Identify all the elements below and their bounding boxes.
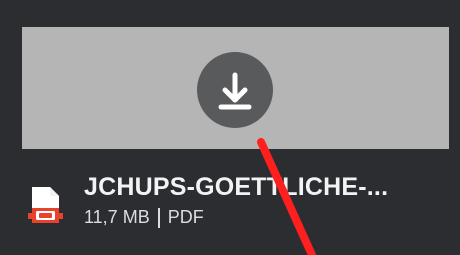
file-type: PDF (167, 207, 204, 227)
file-size: 11,7 MB (84, 207, 150, 227)
download-icon (218, 72, 252, 110)
meta-divider (157, 207, 160, 228)
download-button[interactable] (197, 52, 273, 128)
attachment-card: JCHUPS-GOETTLICHE-... 11,7 MB PDF (0, 0, 460, 255)
pdf-file-icon (28, 187, 63, 223)
file-name-link[interactable]: JCHUPS-GOETTLICHE-... (84, 173, 414, 202)
message-attachment-area: JCHUPS-GOETTLICHE-... 11,7 MB PDF (0, 0, 460, 255)
file-meta: 11,7 MB PDF (84, 207, 204, 228)
